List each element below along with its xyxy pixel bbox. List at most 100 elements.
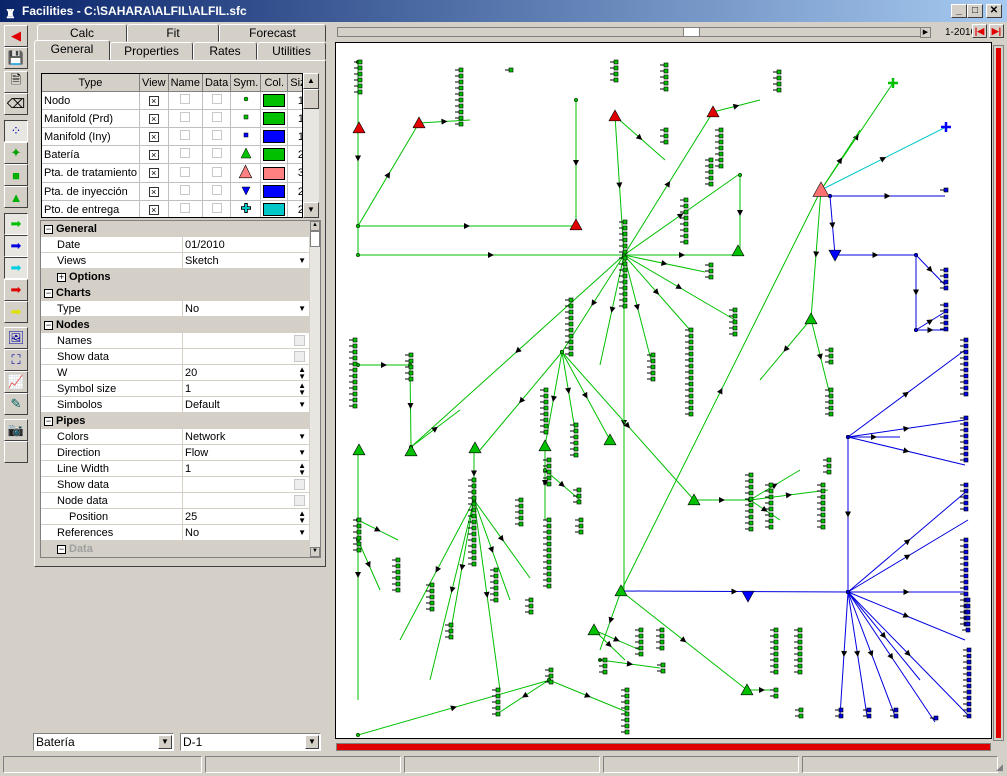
- color-swatch[interactable]: [263, 203, 286, 216]
- well[interactable]: [838, 707, 844, 713]
- well[interactable]: [638, 639, 644, 645]
- property-value[interactable]: 1 ▲ ▼: [182, 461, 309, 477]
- well[interactable]: [395, 587, 401, 593]
- well[interactable]: [820, 494, 826, 500]
- well[interactable]: [748, 526, 754, 532]
- well[interactable]: [471, 513, 477, 519]
- well[interactable]: [828, 399, 834, 405]
- well[interactable]: [576, 487, 582, 493]
- tool-button-eraser[interactable]: ⌫: [4, 93, 28, 115]
- well[interactable]: [963, 561, 969, 567]
- property-row-show-data[interactable]: Show data: [41, 477, 309, 493]
- node-type-combo[interactable]: Batería ▼: [33, 733, 174, 751]
- well[interactable]: [663, 127, 669, 133]
- size-value[interactable]: 2: [287, 145, 302, 164]
- well[interactable]: [543, 387, 549, 393]
- well[interactable]: [548, 679, 554, 685]
- well[interactable]: [458, 73, 464, 79]
- well[interactable]: [458, 115, 464, 121]
- name-checkbox[interactable]: [180, 112, 191, 122]
- well[interactable]: [828, 347, 834, 353]
- well[interactable]: [352, 397, 358, 403]
- column-header-name[interactable]: Name: [167, 74, 203, 92]
- color-swatch[interactable]: [263, 166, 286, 180]
- well[interactable]: [966, 647, 972, 653]
- well[interactable]: [797, 663, 803, 669]
- size-value[interactable]: 1: [287, 127, 302, 146]
- well[interactable]: [718, 163, 724, 169]
- well[interactable]: [688, 375, 694, 381]
- well[interactable]: [688, 345, 694, 351]
- well[interactable]: [963, 567, 969, 573]
- well[interactable]: [624, 693, 630, 699]
- network-sketch[interactable]: [336, 43, 991, 738]
- well[interactable]: [965, 627, 971, 633]
- well[interactable]: [624, 717, 630, 723]
- well[interactable]: [748, 502, 754, 508]
- size-value[interactable]: 1: [287, 109, 302, 128]
- minimize-button[interactable]: _: [951, 4, 967, 18]
- well[interactable]: [458, 85, 464, 91]
- well[interactable]: [471, 477, 477, 483]
- well[interactable]: [471, 549, 477, 555]
- well[interactable]: [573, 440, 579, 446]
- well[interactable]: [963, 457, 969, 463]
- well[interactable]: [546, 571, 552, 577]
- well[interactable]: [352, 337, 358, 343]
- spinner-icon[interactable]: ▲ ▼: [298, 366, 306, 381]
- tool-button-green-pipe[interactable]: ➡: [4, 213, 28, 235]
- view-checkbox[interactable]: ×: [148, 186, 159, 197]
- well[interactable]: [768, 512, 774, 518]
- types-table-scrollbar[interactable]: ▲ ▼: [303, 73, 319, 218]
- symbol-cell[interactable]: [230, 182, 262, 201]
- well[interactable]: [352, 403, 358, 409]
- battery-facility-icon[interactable]: [804, 312, 818, 325]
- well[interactable]: [543, 399, 549, 405]
- property-value[interactable]: 25 ▲ ▼: [182, 509, 309, 525]
- well[interactable]: [688, 351, 694, 357]
- well[interactable]: [576, 499, 582, 505]
- well[interactable]: [866, 707, 872, 713]
- red-facility-triangle-icon[interactable]: [608, 109, 622, 122]
- well[interactable]: [683, 227, 689, 233]
- close-button[interactable]: ✕: [986, 4, 1002, 18]
- well[interactable]: [732, 313, 738, 319]
- property-row-direction[interactable]: Direction Flow ▼: [41, 445, 309, 461]
- well[interactable]: [356, 547, 362, 553]
- tool-button-add-node[interactable]: ✦: [4, 142, 28, 164]
- tool-button-select-nodes[interactable]: ⁘: [4, 120, 28, 142]
- well[interactable]: [622, 285, 628, 291]
- well[interactable]: [458, 97, 464, 103]
- well[interactable]: [493, 597, 499, 603]
- well[interactable]: [352, 361, 358, 367]
- chevron-down-icon[interactable]: ▼: [298, 525, 306, 541]
- tool-button-document[interactable]: 🗎: [4, 71, 28, 93]
- well[interactable]: [828, 359, 834, 365]
- well[interactable]: [495, 693, 501, 699]
- well[interactable]: [966, 653, 972, 659]
- tool-button-add-battery[interactable]: ▲: [4, 186, 28, 208]
- well[interactable]: [732, 319, 738, 325]
- well[interactable]: [546, 559, 552, 565]
- well[interactable]: [718, 145, 724, 151]
- well[interactable]: [602, 663, 608, 669]
- battery-facility-icon[interactable]: [538, 439, 552, 452]
- well[interactable]: [471, 537, 477, 543]
- well[interactable]: [748, 520, 754, 526]
- well[interactable]: [622, 249, 628, 255]
- well[interactable]: [708, 262, 714, 268]
- well[interactable]: [546, 463, 552, 469]
- well[interactable]: [776, 69, 782, 75]
- well[interactable]: [573, 452, 579, 458]
- size-value[interactable]: 1: [287, 91, 302, 110]
- well[interactable]: [458, 79, 464, 85]
- well[interactable]: [578, 529, 584, 535]
- well[interactable]: [963, 391, 969, 397]
- well[interactable]: [963, 549, 969, 555]
- well[interactable]: [352, 391, 358, 397]
- well[interactable]: [429, 588, 435, 594]
- well[interactable]: [683, 209, 689, 215]
- well[interactable]: [546, 529, 552, 535]
- well[interactable]: [408, 376, 414, 382]
- well[interactable]: [688, 363, 694, 369]
